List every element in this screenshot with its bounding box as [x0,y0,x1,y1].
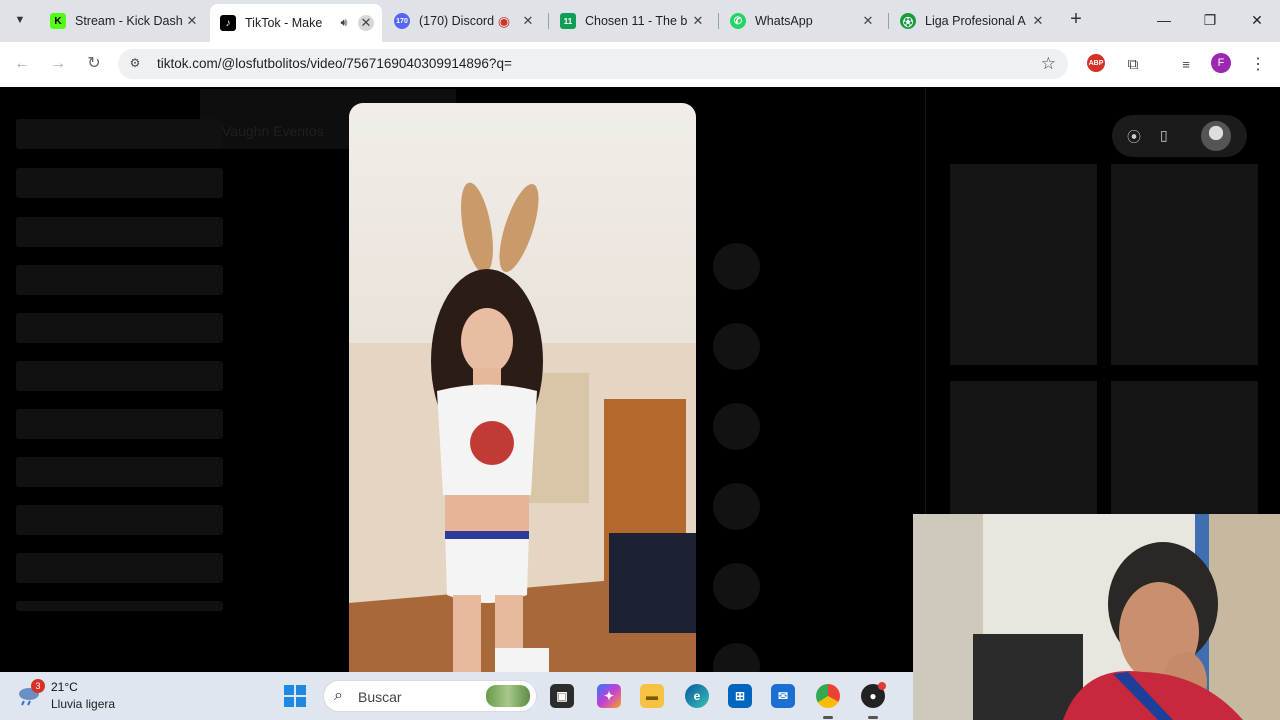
sidebar-skeleton [16,505,223,535]
tab-chosen11[interactable]: 11 Chosen 11 - The b ✕ [550,6,714,36]
phone-icon[interactable]: ▯ [1160,127,1168,144]
share-button[interactable] [713,563,760,610]
whatsapp-icon: ✆ [730,13,746,29]
bookmark-star-icon[interactable]: ☆ [1041,54,1056,74]
address-bar[interactable]: ⚙ tiktok.com/@losfutbolitos/video/756716… [118,49,1068,79]
restore-icon[interactable]: ❐ [1200,10,1220,30]
tab-kick[interactable]: K Stream - Kick Dash ✕ [40,6,208,36]
video-grid-card[interactable] [1111,164,1258,365]
tab-separator [718,13,719,29]
more-button[interactable] [713,643,760,672]
sidebar-skeleton [16,168,223,198]
url-text[interactable]: tiktok.com/@losfutbolitos/video/75671690… [157,56,512,71]
menu-kebab-icon[interactable]: ⋮ [1247,53,1269,75]
sidebar-skeleton [16,217,223,247]
sidebar-skeleton [16,361,223,391]
tiktok-icon: ♪ [220,15,236,31]
browser-toolbar: ← → ↻ ⚙ tiktok.com/@losfutbolitos/video/… [0,42,1280,87]
tab-liga[interactable]: ⚽︎ Liga Profesional A ✕ [890,6,1054,36]
file-explorer-icon[interactable]: ▬ [640,684,664,708]
video-frame [349,182,696,672]
speaker-icon[interactable]: 🔊︎ [336,15,352,31]
sidebar-skeleton [16,409,223,439]
forward-icon[interactable]: → [46,52,70,76]
sidebar-skeleton [16,119,223,149]
webcam-overlay [913,514,1280,720]
video-grid-card[interactable] [950,164,1097,365]
chrome-icon[interactable] [816,684,840,708]
extensions-icon[interactable]: ⧉ [1122,53,1144,75]
recording-icon: ◉ [497,12,511,29]
copilot-icon[interactable]: ✦ [597,684,621,708]
sidebar-skeleton [16,601,223,611]
kick-icon: K [50,13,66,29]
liga-icon: ⚽︎ [900,13,916,29]
search-highlight-image [486,685,530,707]
task-view-icon[interactable]: ▣ [550,684,574,708]
tab-search-chevron-icon[interactable]: ▼ [8,8,32,32]
temperature[interactable]: 21°C [51,680,78,694]
tab-separator [548,13,549,29]
close-icon[interactable]: ✕ [358,15,374,31]
profile-avatar[interactable]: F [1211,53,1231,73]
search-icon: ⌕ [334,687,343,704]
tab-separator [888,13,889,29]
sidebar-skeleton [16,313,223,343]
sidebar-skeleton [16,457,223,487]
new-tab-icon[interactable]: + [1066,9,1086,30]
obs-recording-dot [878,682,886,690]
chosen11-icon: 11 [560,13,576,29]
video-player[interactable] [349,103,696,672]
outlook-icon[interactable]: ✉ [771,684,795,708]
store-icon[interactable]: ⊞ [728,684,752,708]
window-close-icon[interactable]: ✕ [1247,10,1267,30]
windows-start-icon[interactable] [284,685,306,707]
active-app-indicator [868,716,878,719]
tab-strip: ▼ K Stream - Kick Dash ✕ ♪ TikTok - Make… [0,0,1280,42]
active-app-indicator [823,716,833,719]
minimize-icon[interactable]: — [1154,10,1174,30]
tab-title: Chosen 11 - The b [585,14,688,28]
sidebar-skeleton [16,553,223,583]
like-button[interactable] [713,323,760,370]
tab-title: Stream - Kick Dash [75,14,183,28]
close-icon[interactable]: ✕ [520,13,536,29]
adblock-icon[interactable]: ABP [1087,54,1105,72]
windows-taskbar: 3 21°C Lluvia ligera ⌕ Buscar ▣ ✦ ▬ e ⊞ … [0,672,913,720]
webcam-feed [913,514,1280,720]
tiktok-coin-icon[interactable]: ⦿ [1127,127,1141,147]
ghost-text: Vaughn Eventos [222,123,324,139]
weather-badge: 3 [31,679,45,693]
edge-icon[interactable]: e [685,684,709,708]
close-icon[interactable]: ✕ [690,13,706,29]
sidebar-skeleton [16,265,223,295]
tab-title: (170) Discord [419,14,495,28]
taskbar-search[interactable]: ⌕ Buscar [323,680,537,712]
tab-title: Liga Profesional A [925,14,1026,28]
comment-button[interactable] [713,403,760,450]
bookmark-button[interactable] [713,483,760,530]
tab-title: WhatsApp [755,14,813,28]
weather-condition[interactable]: Lluvia ligera [51,697,115,711]
reload-icon[interactable]: ↻ [82,52,106,76]
discord-icon: 170 [394,13,410,29]
search-placeholder: Buscar [358,689,402,705]
user-avatar[interactable] [1201,121,1231,151]
site-info-icon[interactable]: ⚙ [127,56,143,72]
tab-tiktok[interactable]: ♪ TikTok - Make 🔊︎ ✕ [210,4,382,42]
tab-title: TikTok - Make [245,16,323,30]
column-divider [925,87,926,517]
tab-discord[interactable]: 170 (170) Discord ◉ ✕ [384,6,544,36]
action-avatar-button[interactable] [713,243,760,290]
close-icon[interactable]: ✕ [1030,13,1046,29]
close-icon[interactable]: ✕ [184,13,200,29]
media-controls-icon[interactable]: ≡ [1175,53,1197,75]
back-icon[interactable]: ← [10,52,34,76]
tab-whatsapp[interactable]: ✆ WhatsApp ✕ [720,6,884,36]
close-icon[interactable]: ✕ [860,13,876,29]
